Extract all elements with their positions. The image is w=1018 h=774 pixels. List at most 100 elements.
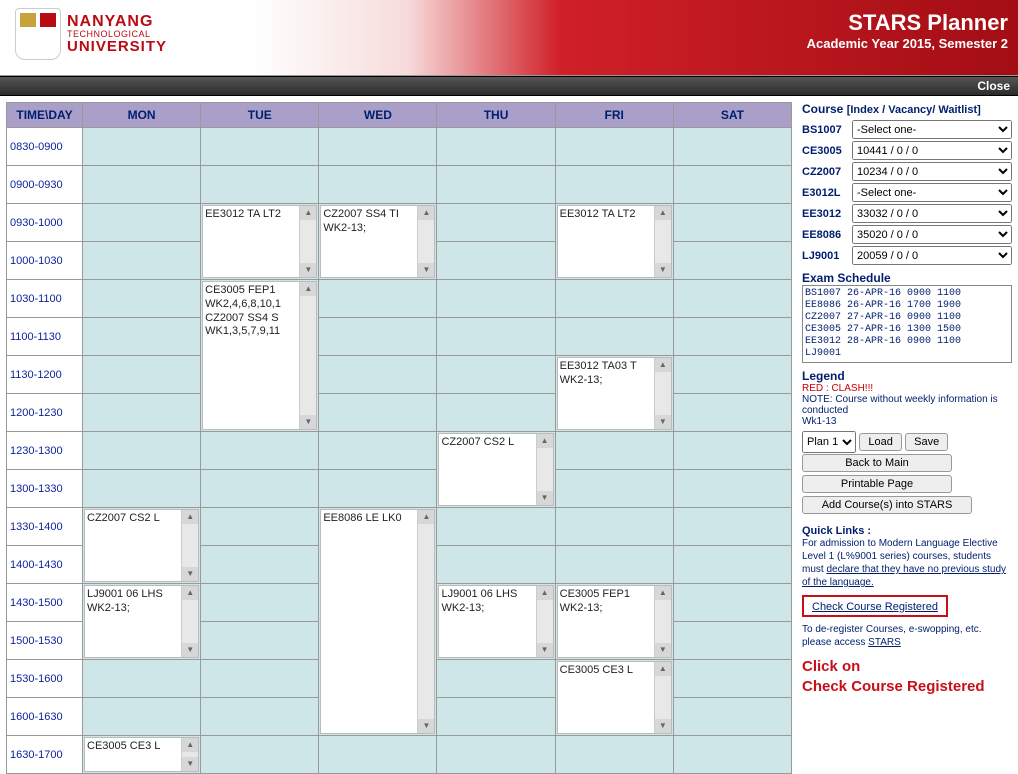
time-slot: 1100-1130: [7, 318, 83, 356]
timetable-cell: [673, 622, 791, 660]
timetable-cell: [201, 470, 319, 508]
legend-note1: NOTE: Course without weekly information …: [802, 394, 1012, 416]
timetable-cell: [437, 242, 555, 280]
class-entry[interactable]: CE3005 FEP1 WK2-13;: [557, 585, 672, 658]
timetable-cell: CZ2007 CS2 L: [83, 508, 201, 584]
course-index-select[interactable]: -Select one-: [852, 120, 1012, 139]
timetable-cell: [83, 280, 201, 318]
class-entry[interactable]: EE3012 TA LT2: [202, 205, 317, 278]
course-index-select[interactable]: 35020 / 0 / 0: [852, 225, 1012, 244]
time-slot: 0930-1000: [7, 204, 83, 242]
course-row: E3012L-Select one-: [802, 183, 1012, 202]
course-code: E3012L: [802, 187, 852, 199]
timetable-cell: [83, 318, 201, 356]
scrollbar-icon[interactable]: [299, 282, 316, 429]
timetable-cell: [319, 318, 437, 356]
timetable-cell: [83, 166, 201, 204]
timetable-cell: CE3005 CE3 L: [83, 736, 201, 774]
course-code: EE8086: [802, 229, 852, 241]
timetable-cell: [555, 546, 673, 584]
class-entry[interactable]: EE8086 LE LK0: [320, 509, 435, 734]
course-index-select[interactable]: -Select one-: [852, 183, 1012, 202]
class-entry[interactable]: CE3005 CE3 L: [84, 737, 199, 772]
class-entry[interactable]: LJ9001 06 LHS WK2-13;: [438, 585, 553, 658]
time-slot: 1130-1200: [7, 356, 83, 394]
class-entry[interactable]: CZ2007 SS4 TI WK2-13;: [320, 205, 435, 278]
instruction-text: Click on Check Course Registered: [802, 657, 1012, 696]
timetable-cell: [673, 698, 791, 736]
course-row: CE300510441 / 0 / 0: [802, 141, 1012, 160]
timetable-cell: [673, 318, 791, 356]
add-courses-button[interactable]: Add Course(s) into STARS: [802, 496, 972, 514]
scrollbar-icon[interactable]: [654, 662, 671, 733]
course-index-select[interactable]: 33032 / 0 / 0: [852, 204, 1012, 223]
class-entry[interactable]: EE3012 TA LT2: [557, 205, 672, 278]
uni-name-3: UNIVERSITY: [67, 39, 167, 54]
timetable-cell: [437, 698, 555, 736]
close-link[interactable]: Close: [977, 79, 1010, 93]
timetable-cell: CE3005 FEP1 WK2-13;: [555, 584, 673, 660]
stars-link[interactable]: STARS: [868, 637, 901, 648]
class-entry[interactable]: EE3012 TA03 T WK2-13;: [557, 357, 672, 430]
timetable-cell: [673, 394, 791, 432]
course-index-select[interactable]: 20059 / 0 / 0: [852, 246, 1012, 265]
university-logo: NANYANG TECHNOLOGICAL UNIVERSITY: [15, 8, 167, 60]
course-row: BS1007-Select one-: [802, 120, 1012, 139]
load-button[interactable]: Load: [859, 433, 901, 451]
save-button[interactable]: Save: [905, 433, 948, 451]
course-index-select[interactable]: 10234 / 0 / 0: [852, 162, 1012, 181]
timetable-cell: [673, 280, 791, 318]
class-entry[interactable]: CE3005 FEP1 WK2,4,6,8,10,1 CZ2007 SS4 S …: [202, 281, 317, 430]
scrollbar-icon[interactable]: [181, 586, 198, 657]
timetable-cell: [555, 736, 673, 774]
class-entry[interactable]: LJ9001 06 LHS WK2-13;: [84, 585, 199, 658]
timetable-cell: [83, 128, 201, 166]
exam-schedule-head: Exam Schedule: [802, 271, 1012, 285]
timetable-cell: CZ2007 CS2 L: [437, 432, 555, 508]
scrollbar-icon[interactable]: [181, 510, 198, 581]
timetable-cell: [673, 546, 791, 584]
scrollbar-icon[interactable]: [536, 586, 553, 657]
time-slot: 1300-1330: [7, 470, 83, 508]
course-code: BS1007: [802, 124, 852, 136]
time-slot: 1430-1500: [7, 584, 83, 622]
class-entry[interactable]: CZ2007 CS2 L: [84, 509, 199, 582]
course-row: EE808635020 / 0 / 0: [802, 225, 1012, 244]
scrollbar-icon[interactable]: [417, 206, 434, 277]
timetable-cell: [437, 318, 555, 356]
check-course-registered-box: Check Course Registered: [802, 595, 948, 617]
printable-page-button[interactable]: Printable Page: [802, 475, 952, 493]
declare-language-link[interactable]: declare that they have no previous study…: [802, 564, 1006, 588]
back-to-main-button[interactable]: Back to Main: [802, 454, 952, 472]
plan-select[interactable]: Plan 1: [802, 431, 856, 453]
timetable-cell: [201, 698, 319, 736]
check-course-registered-link[interactable]: Check Course Registered: [812, 601, 938, 613]
class-entry[interactable]: CE3005 CE3 L: [557, 661, 672, 734]
timetable-cell: [319, 356, 437, 394]
class-entry[interactable]: CZ2007 CS2 L: [438, 433, 553, 506]
scrollbar-icon[interactable]: [536, 434, 553, 505]
time-slot: 1000-1030: [7, 242, 83, 280]
scrollbar-icon[interactable]: [417, 510, 434, 733]
scrollbar-icon[interactable]: [654, 206, 671, 277]
timetable-cell: [319, 128, 437, 166]
timetable-cell: [555, 280, 673, 318]
timetable-cell: [673, 736, 791, 774]
scrollbar-icon[interactable]: [299, 206, 316, 277]
page-subtitle: Academic Year 2015, Semester 2: [807, 36, 1008, 51]
scrollbar-icon[interactable]: [181, 738, 198, 771]
timetable-cell: [673, 128, 791, 166]
close-bar: Close: [0, 76, 1018, 96]
time-slot: 1200-1230: [7, 394, 83, 432]
timetable-cell: [319, 432, 437, 470]
course-index-select[interactable]: 10441 / 0 / 0: [852, 141, 1012, 160]
scrollbar-icon[interactable]: [654, 358, 671, 429]
course-row: LJ900120059 / 0 / 0: [802, 246, 1012, 265]
timetable-cell: [437, 204, 555, 242]
timetable-cell: [437, 546, 555, 584]
timetable-cell: [83, 432, 201, 470]
scrollbar-icon[interactable]: [654, 586, 671, 657]
timetable-cell: [319, 736, 437, 774]
header-time: TIME\DAY: [7, 103, 83, 128]
time-slot: 1630-1700: [7, 736, 83, 774]
